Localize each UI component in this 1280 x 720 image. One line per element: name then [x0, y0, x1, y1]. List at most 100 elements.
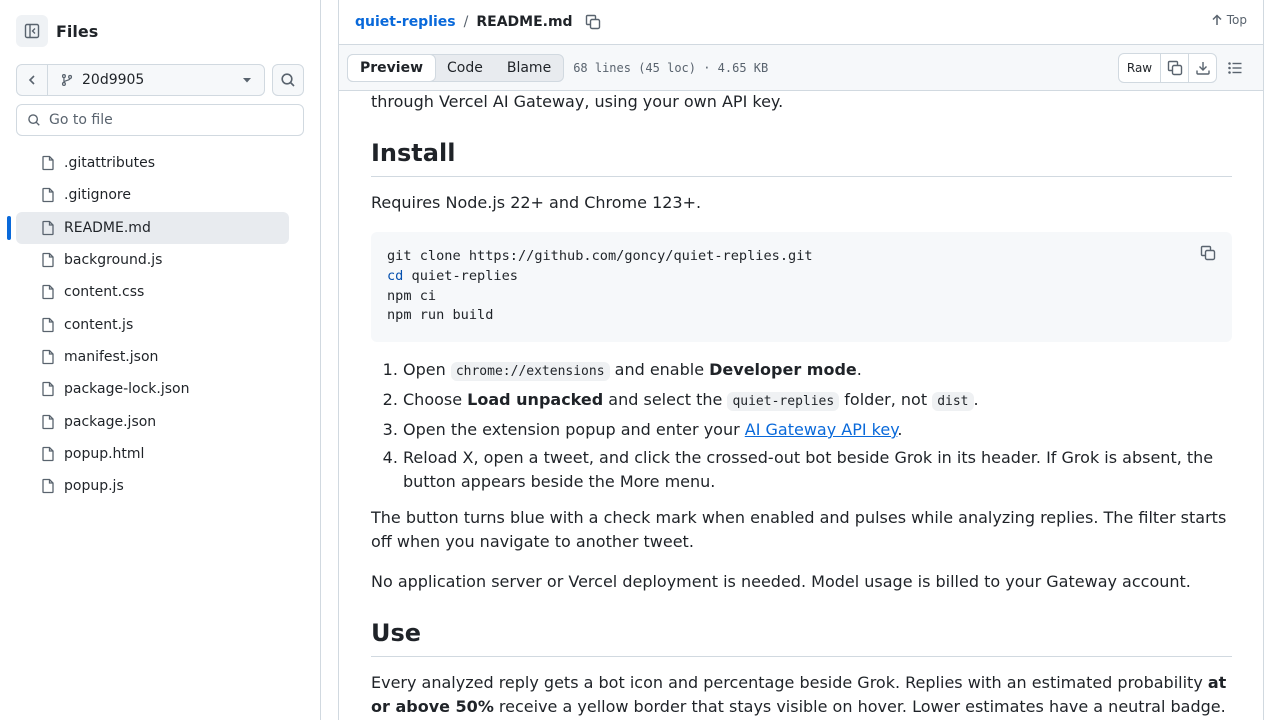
- file-tree-item[interactable]: manifest.json: [16, 341, 289, 373]
- code-line: git clone https://github.com/goncy/quiet…: [387, 248, 813, 264]
- code-line: npm ci: [387, 287, 437, 304]
- file-name: popup.html: [64, 445, 145, 462]
- file-name: popup.js: [64, 478, 124, 495]
- search-icon: [28, 114, 40, 126]
- file-tree-item[interactable]: .gitattributes: [16, 147, 289, 179]
- file-view: quiet-replies / README.md Top Preview Co…: [338, 0, 1264, 720]
- file-tree-item[interactable]: package.json: [16, 405, 289, 437]
- tab-blame[interactable]: Blame: [495, 55, 563, 81]
- file-actions: Raw: [1118, 53, 1217, 83]
- intro-paragraph-tail: through Vercel AI Gateway, using your ow…: [371, 92, 784, 111]
- file-header: quiet-replies / README.md Top: [338, 0, 1264, 44]
- file-tree-item[interactable]: content.js: [16, 308, 289, 340]
- file-tree-item[interactable]: .gitignore: [16, 179, 289, 211]
- markdown-body: through Vercel AI Gateway, using your ow…: [371, 91, 1232, 719]
- arrow-up-icon: [1212, 14, 1222, 25]
- sidebar-collapse-icon: [24, 23, 40, 39]
- code-line: cd quiet-replies: [387, 267, 518, 284]
- branch-row: 20d9905: [16, 64, 304, 96]
- file-icon: [42, 220, 54, 235]
- file-name: manifest.json: [64, 348, 159, 365]
- copy-icon: [585, 14, 600, 30]
- outline-button[interactable]: [1227, 60, 1243, 76]
- breadcrumb-file: README.md: [476, 14, 573, 30]
- list-unordered-icon: [1228, 62, 1242, 74]
- file-icon: [42, 446, 54, 461]
- download-icon: [1195, 62, 1210, 75]
- file-name: content.js: [64, 316, 134, 333]
- tab-preview[interactable]: Preview: [347, 53, 437, 82]
- use-heading: Use: [371, 618, 1232, 657]
- copy-icon: [1200, 245, 1216, 261]
- inline-code: quiet-replies: [727, 392, 840, 411]
- sidebar-title: Files: [56, 21, 99, 41]
- file-icon: [42, 349, 54, 365]
- go-to-file-input[interactable]: Go to file: [16, 104, 304, 136]
- branch-select[interactable]: 20d9905: [48, 65, 264, 95]
- top-label: Top: [1226, 13, 1247, 27]
- ai-gateway-api-key-link[interactable]: AI Gateway API key: [745, 420, 898, 439]
- chevron-left-icon: [28, 75, 35, 85]
- back-button[interactable]: [17, 65, 48, 95]
- file-tree-item[interactable]: popup.js: [16, 470, 289, 502]
- file-icon: [42, 317, 54, 332]
- file-tree-item[interactable]: popup.html: [16, 438, 289, 470]
- branch-selector-group: 20d9905: [16, 64, 265, 96]
- copy-raw-button[interactable]: [1160, 54, 1188, 82]
- collapse-sidebar-button[interactable]: [16, 15, 48, 47]
- file-tree-sidebar: Files 20d9905 Go to file .gitattributes.…: [0, 0, 321, 720]
- button-behavior-paragraph: The button turns blue with a check mark …: [371, 508, 1227, 551]
- file-name: README.md: [64, 219, 151, 236]
- tab-code[interactable]: Code: [435, 55, 495, 81]
- sidebar-header: Files: [16, 15, 98, 47]
- download-button[interactable]: [1188, 54, 1216, 82]
- file-tree-item[interactable]: background.js: [16, 244, 289, 276]
- file-name: content.css: [64, 284, 145, 301]
- file-icon: [42, 155, 54, 171]
- step-1: Open chrome://extensions and enable Deve…: [403, 358, 1232, 384]
- install-heading: Install: [371, 138, 1232, 177]
- setup-steps: Open chrome://extensions and enable Deve…: [371, 358, 1232, 494]
- search-files-button[interactable]: [272, 64, 304, 96]
- raw-button[interactable]: Raw: [1119, 54, 1160, 82]
- file-name: package.json: [64, 413, 157, 430]
- file-icon: [42, 188, 54, 203]
- file-name: .gitattributes: [64, 155, 156, 172]
- file-name: .gitignore: [64, 187, 131, 204]
- go-to-file-placeholder: Go to file: [49, 112, 113, 128]
- view-mode-tabs: Preview Code Blame: [347, 53, 565, 82]
- copy-icon: [1167, 60, 1182, 76]
- code-line: npm run build: [387, 307, 494, 324]
- file-icon: [42, 285, 54, 300]
- step-2: Choose Load unpacked and select the quie…: [403, 388, 1232, 414]
- file-icon: [42, 414, 54, 429]
- no-server-paragraph: No application server or Vercel deployme…: [371, 572, 1191, 591]
- step-4: Reload X, open a tweet, and click the cr…: [403, 446, 1232, 494]
- file-tree-item[interactable]: content.css: [16, 276, 289, 308]
- inline-code: dist: [932, 392, 974, 411]
- breadcrumb-repo-link[interactable]: quiet-replies: [355, 14, 456, 30]
- file-list: .gitattributes .gitignore README.md backgro…: [7, 147, 289, 502]
- copy-path-button[interactable]: [585, 14, 601, 30]
- install-code-block: git clone https://github.com/goncy/quiet…: [371, 232, 1232, 342]
- breadcrumb-separator: /: [463, 14, 469, 30]
- inline-code: chrome://extensions: [450, 362, 610, 381]
- git-branch-icon: [61, 74, 73, 86]
- use-paragraph: Every analyzed reply gets a bot icon and…: [371, 673, 1227, 716]
- file-name: package-lock.json: [64, 381, 190, 398]
- readme-content: through Vercel AI Gateway, using your ow…: [338, 91, 1264, 720]
- file-icon: [42, 252, 54, 268]
- file-tree-item[interactable]: package-lock.json: [16, 373, 289, 405]
- file-tree-item[interactable]: README.md: [7, 211, 289, 244]
- requirements-paragraph: Requires Node.js 22+ and Chrome 123+.: [371, 193, 702, 212]
- copy-code-button[interactable]: [1200, 245, 1216, 261]
- step-3: Open the extension popup and enter your …: [403, 418, 1232, 442]
- file-toolbar: Preview Code Blame 68 lines (45 loc) · 4…: [338, 44, 1264, 91]
- branch-name: 20d9905: [82, 72, 145, 88]
- search-icon: [281, 73, 295, 87]
- file-icon: [42, 478, 54, 494]
- top-button[interactable]: Top: [1211, 13, 1247, 27]
- file-icon: [42, 382, 54, 397]
- caret-down-icon: [243, 78, 251, 83]
- file-name: background.js: [64, 252, 163, 269]
